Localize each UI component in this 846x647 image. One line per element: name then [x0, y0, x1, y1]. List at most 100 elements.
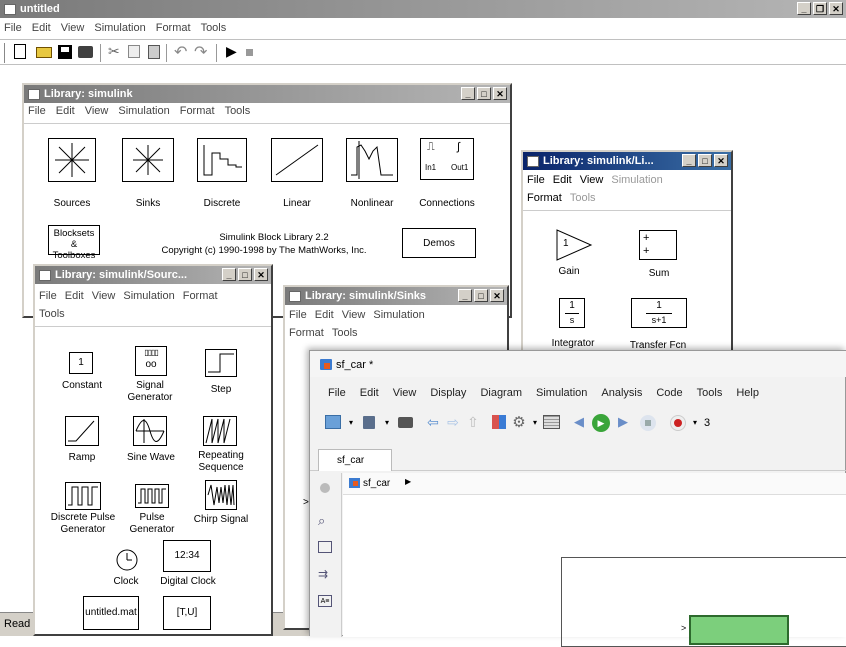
- close-button[interactable]: ✕: [254, 268, 268, 281]
- print-icon[interactable]: [396, 413, 414, 431]
- menu-view[interactable]: View: [393, 387, 417, 399]
- discrete-block[interactable]: [197, 138, 247, 182]
- menu-simulation[interactable]: Simulation: [94, 22, 145, 38]
- menu-view[interactable]: View: [61, 22, 85, 38]
- chirp-signal-block[interactable]: [205, 480, 237, 510]
- menu-tools[interactable]: Tools: [201, 22, 227, 38]
- ramp-block[interactable]: [65, 416, 99, 446]
- close-button[interactable]: ✕: [493, 87, 507, 100]
- breadcrumb-arrow-icon[interactable]: ▶: [405, 477, 411, 486]
- menu-tools[interactable]: Tools: [39, 308, 65, 324]
- back-arrow-icon[interactable]: ⇦: [424, 413, 442, 431]
- maximize-button[interactable]: □: [238, 268, 252, 281]
- demos-block[interactable]: Demos: [402, 228, 476, 258]
- stop-icon[interactable]: [246, 49, 253, 56]
- vehicle-block[interactable]: [689, 615, 789, 645]
- menu-code[interactable]: Code: [656, 387, 682, 399]
- menu-diagram[interactable]: Diagram: [480, 387, 522, 399]
- maximize-button[interactable]: □: [474, 289, 488, 302]
- dropdown-arrow-icon[interactable]: ▾: [686, 413, 704, 431]
- repeating-sequence-block[interactable]: [203, 416, 237, 446]
- close-button[interactable]: ✕: [829, 2, 843, 15]
- paste-icon[interactable]: [148, 45, 160, 59]
- menu-simulation[interactable]: Simulation: [611, 174, 662, 190]
- menu-format[interactable]: Format: [180, 105, 215, 121]
- menu-analysis[interactable]: Analysis: [601, 387, 642, 399]
- library-browser-icon[interactable]: [490, 413, 508, 431]
- sine-wave-block[interactable]: [133, 416, 167, 446]
- dropdown-arrow-icon[interactable]: ▾: [342, 413, 360, 431]
- open-folder-icon[interactable]: [36, 47, 52, 58]
- minimize-button[interactable]: _: [682, 154, 696, 167]
- menu-view[interactable]: View: [92, 290, 116, 306]
- close-button[interactable]: ✕: [714, 154, 728, 167]
- menu-file[interactable]: File: [4, 22, 22, 38]
- redo-icon[interactable]: ↷: [194, 42, 207, 62]
- new-icon[interactable]: [14, 44, 26, 59]
- tab-sf-car[interactable]: sf_car: [318, 449, 392, 471]
- hide-explorer-icon[interactable]: [320, 483, 330, 493]
- menu-file[interactable]: File: [328, 387, 346, 399]
- play-icon[interactable]: ▶: [226, 43, 237, 60]
- menu-view[interactable]: View: [580, 174, 604, 190]
- menu-format[interactable]: Format: [289, 327, 324, 343]
- minimize-button[interactable]: _: [222, 268, 236, 281]
- undo-icon[interactable]: ↶: [174, 42, 187, 62]
- menu-file[interactable]: File: [28, 105, 46, 121]
- nonlinear-block[interactable]: [346, 138, 398, 182]
- menu-edit[interactable]: Edit: [65, 290, 84, 306]
- sources-block[interactable]: [48, 138, 96, 182]
- stop-button[interactable]: [640, 415, 656, 431]
- sf-car-canvas[interactable]: >: [343, 495, 846, 647]
- new-model-icon[interactable]: [324, 413, 342, 431]
- menu-simulation[interactable]: Simulation: [536, 387, 587, 399]
- stop-time-field[interactable]: 3: [704, 417, 710, 429]
- clock-block[interactable]: [115, 548, 139, 572]
- breadcrumb-model[interactable]: sf_car: [363, 478, 390, 489]
- menu-view[interactable]: View: [342, 309, 366, 325]
- digital-clock-block[interactable]: 12:34: [163, 540, 211, 572]
- up-arrow-icon[interactable]: ⇧: [464, 413, 482, 431]
- menu-view[interactable]: View: [85, 105, 109, 121]
- blocksets-toolboxes-block[interactable]: Blocksets & Toolboxes: [48, 225, 100, 261]
- zoom-icon[interactable]: ⌕: [318, 513, 325, 529]
- menu-edit[interactable]: Edit: [360, 387, 379, 399]
- forward-arrow-icon[interactable]: ⇨: [444, 413, 462, 431]
- sum-block[interactable]: + +: [639, 230, 677, 260]
- menu-simulation[interactable]: Simulation: [123, 290, 174, 306]
- linear-block[interactable]: [271, 138, 323, 182]
- maximize-button[interactable]: □: [698, 154, 712, 167]
- menu-format[interactable]: Format: [183, 290, 218, 306]
- arrow-icon[interactable]: ⇉: [318, 567, 328, 581]
- fit-to-view-icon[interactable]: [318, 541, 332, 553]
- transfer-fcn-block[interactable]: 1 s+1: [631, 298, 687, 328]
- record-button[interactable]: [670, 415, 686, 431]
- menu-help[interactable]: Help: [736, 387, 759, 399]
- minimize-button[interactable]: _: [458, 289, 472, 302]
- from-workspace-block[interactable]: [T,U]: [163, 596, 211, 630]
- connections-block[interactable]: ⎍ ∫ In1 Out1: [420, 138, 474, 180]
- pulse-generator-block[interactable]: [135, 484, 169, 508]
- close-button[interactable]: ✕: [490, 289, 504, 302]
- menu-format[interactable]: Format: [156, 22, 191, 38]
- menu-file[interactable]: File: [289, 309, 307, 325]
- step-block[interactable]: [205, 349, 237, 377]
- menu-edit[interactable]: Edit: [553, 174, 572, 190]
- copy-icon[interactable]: [128, 45, 140, 58]
- gain-block[interactable]: [551, 228, 597, 262]
- menu-file[interactable]: File: [527, 174, 545, 190]
- print-icon[interactable]: [78, 46, 93, 58]
- maximize-button[interactable]: □: [477, 87, 491, 100]
- menu-tools[interactable]: Tools: [332, 327, 358, 343]
- menu-simulation[interactable]: Simulation: [118, 105, 169, 121]
- dropdown-arrow-icon[interactable]: ▾: [378, 413, 396, 431]
- run-button[interactable]: ▶: [592, 414, 610, 432]
- annotation-icon[interactable]: A≡: [318, 595, 332, 607]
- signal-generator-block[interactable]: ▯▯▯▯ oo: [135, 346, 167, 376]
- menu-edit[interactable]: Edit: [56, 105, 75, 121]
- menu-tools[interactable]: Tools: [225, 105, 251, 121]
- step-forward-icon[interactable]: ▶: [614, 413, 632, 431]
- menu-edit[interactable]: Edit: [32, 22, 51, 38]
- save-icon[interactable]: [360, 413, 378, 431]
- constant-block[interactable]: 1: [69, 352, 93, 374]
